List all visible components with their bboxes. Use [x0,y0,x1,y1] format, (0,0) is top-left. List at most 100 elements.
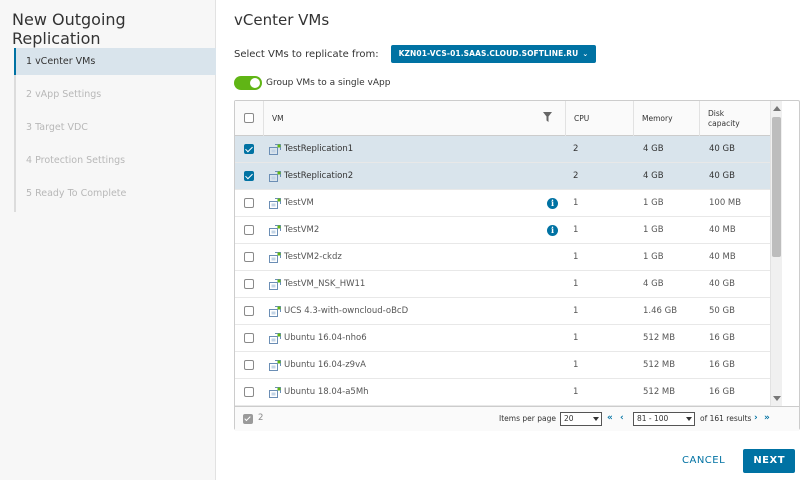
next-button[interactable]: NEXT [743,449,796,473]
wizard-title: New Outgoing Replication [12,10,126,48]
table-row[interactable]: TestVM2-ckdz 1 1 GB 40 MB [235,244,770,271]
vm-name-cell: Ubuntu 18.04-a5Mh [284,387,369,397]
vm-icon [269,333,281,344]
cpu-cell: 1 [573,198,579,208]
row-checkbox[interactable] [244,333,254,343]
selection-count-check-icon [243,414,253,424]
table-row[interactable]: Ubuntu 18.04-a5Mh 1 512 MB 16 GB [235,379,770,406]
disk-cell: 100 MB [709,198,742,208]
row-checkbox[interactable] [244,252,254,262]
vm-name-cell: Ubuntu 16.04-z9vA [284,360,366,370]
disk-cell: 16 GB [709,387,735,397]
column-header-memory[interactable]: Memory [633,101,699,136]
row-checkbox[interactable] [244,171,254,181]
vm-name-cell: TestVM2 [284,225,320,235]
table-row[interactable]: TestReplication1 2 4 GB 40 GB [235,136,770,163]
column-header-cpu[interactable]: CPU [565,101,633,136]
step-ready-to-complete: 5 Ready To Complete [26,188,127,199]
cpu-cell: 1 [573,252,579,262]
table-row[interactable]: TestVM_NSK_HW11 1 4 GB 40 GB [235,271,770,298]
table-row[interactable]: TestVM2 1 1 GB 40 MB i [235,217,770,244]
scrollbar-thumb[interactable] [772,117,781,257]
step-vapp-settings: 2 vApp Settings [26,89,102,100]
disk-cell: 40 GB [709,144,735,154]
cpu-cell: 1 [573,333,579,343]
cancel-button[interactable]: CANCEL [670,449,737,473]
disk-cell: 16 GB [709,360,735,370]
vm-name-cell: TestVM [284,198,314,208]
vm-name-cell: UCS 4.3-with-owncloud-oBcD [284,306,409,316]
table-row[interactable]: TestReplication2 2 4 GB 40 GB [235,163,770,190]
group-vms-toggle[interactable] [234,76,262,90]
column-header-disk-label: Disk capacity [708,108,740,128]
vm-name-cell: TestVM2-ckdz [284,252,342,262]
memory-cell: 1 GB [643,252,664,262]
step-vcenter-vms[interactable]: 1 vCenter VMs [14,48,216,75]
row-checkbox[interactable] [244,279,254,289]
last-page-icon[interactable]: » [764,411,770,425]
items-per-page-label: Items per page [499,414,556,423]
wizard-sidebar: New Outgoing Replication 1 vCenter VMs 2… [0,0,216,480]
scroll-up-arrow-icon[interactable] [773,106,781,111]
vcenter-select-row: Select VMs to replicate from: KZN01-VCS-… [234,44,597,64]
step-protection-settings: 4 Protection Settings [26,155,126,166]
first-page-icon[interactable]: « [607,411,613,425]
items-per-page-select[interactable]: 20 [560,412,602,426]
vm-icon [269,252,281,263]
prev-page-icon[interactable]: ‹ [620,411,624,425]
cpu-cell: 1 [573,225,579,235]
disk-cell: 40 GB [709,279,735,289]
row-checkbox[interactable] [244,306,254,316]
filter-icon[interactable] [543,112,552,122]
info-icon[interactable]: i [547,225,558,236]
select-all-cell [235,101,263,136]
page-range-value: 81 - 100 [637,414,669,423]
datagrid-scrollbar[interactable] [770,101,782,406]
row-checkbox[interactable] [244,360,254,370]
row-checkbox[interactable] [244,198,254,208]
row-checkbox[interactable] [244,225,254,235]
selection-count: 2 [258,413,264,423]
vm-icon [269,198,281,209]
wizard-actions: CANCEL NEXT [670,449,796,473]
datagrid-footer: 2 Items per page 20 « ‹ 81 - 100 of 161 … [235,406,799,431]
table-row[interactable]: TestVM 1 1 GB 100 MB i [235,190,770,217]
caret-down-icon [686,417,692,421]
cpu-cell: 2 [573,171,579,181]
column-header-memory-label: Memory [642,113,673,123]
memory-cell: 4 GB [643,171,664,181]
disk-cell: 40 GB [709,171,735,181]
row-checkbox[interactable] [244,387,254,397]
scroll-down-arrow-icon[interactable] [773,396,781,401]
group-vms-toggle-row: Group VMs to a single vApp [234,75,390,91]
vm-icon [269,306,281,317]
vm-icon [269,225,281,236]
vm-icon [269,171,281,182]
memory-cell: 512 MB [643,333,676,343]
row-checkbox[interactable] [244,144,254,154]
caret-down-icon [593,417,599,421]
memory-cell: 4 GB [643,279,664,289]
vcenter-dropdown[interactable]: KZN01-VCS-01.SAAS.CLOUD.SOFTLINE.RU ⌄ [390,45,597,63]
page-range-select[interactable]: 81 - 100 [633,412,695,426]
column-header-vm[interactable]: VM [263,101,565,136]
info-icon[interactable]: i [547,198,558,209]
table-row[interactable]: Ubuntu 16.04-z9vA 1 512 MB 16 GB [235,352,770,379]
memory-cell: 1 GB [643,198,664,208]
next-page-icon[interactable]: › [754,411,758,425]
table-row[interactable]: UCS 4.3-with-owncloud-oBcD 1 1.46 GB 50 GB [235,298,770,325]
cpu-cell: 1 [573,387,579,397]
vm-name-cell: TestVM_NSK_HW11 [284,279,366,289]
items-per-page-value: 20 [564,414,574,423]
memory-cell: 512 MB [643,360,676,370]
disk-cell: 50 GB [709,306,735,316]
column-header-disk[interactable]: Disk capacity [699,101,769,136]
table-row[interactable]: Ubuntu 16.04-nho6 1 512 MB 16 GB [235,325,770,352]
datagrid-rows: TestReplication1 2 4 GB 40 GB TestReplicatio… [235,136,770,406]
select-all-checkbox[interactable] [244,113,254,123]
memory-cell: 1.46 GB [643,306,678,316]
disk-cell: 16 GB [709,333,735,343]
column-header-cpu-label: CPU [574,113,590,123]
cpu-cell: 1 [573,360,579,370]
step-target-vdc: 3 Target VDC [26,122,88,133]
